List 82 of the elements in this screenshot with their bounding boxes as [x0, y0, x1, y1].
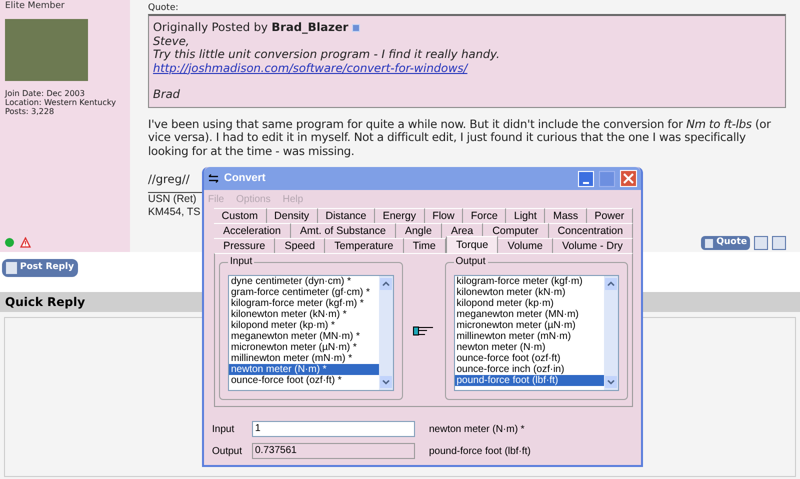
list-item[interactable]: micronewton meter (µN·m) * [229, 342, 378, 353]
pointing-hand-icon [412, 325, 434, 337]
tab[interactable]: Computer [483, 223, 549, 238]
quote-label: Quote: [148, 3, 180, 13]
tab[interactable]: Pressure [214, 238, 276, 253]
field-label: Input [212, 422, 236, 436]
signature-text: KM454, TS [148, 206, 200, 220]
unit-label: newton meter (N·m) * [429, 422, 525, 436]
user-info: Join Date: Dec 2003 [5, 89, 86, 98]
scroll-down-icon[interactable] [380, 376, 392, 388]
list-item[interactable]: kilonewton meter (kN·m) [454, 287, 604, 298]
list-item[interactable]: ounce-force foot (ozf·ft) * [229, 375, 378, 386]
arrows-icon [208, 174, 219, 183]
warning-icon[interactable] [20, 237, 31, 248]
quote-attribution: Originally Posted by Brad_Blazer [153, 21, 348, 34]
tab[interactable]: Amt. of Substance [290, 223, 396, 238]
list-item[interactable]: kilonewton meter (kN·m) * [229, 309, 378, 320]
tab[interactable]: Acceleration [214, 223, 291, 238]
list-item[interactable]: millinewton meter (mN·m) [454, 331, 604, 342]
tab[interactable]: Mass [545, 208, 587, 223]
close-button[interactable] [620, 170, 637, 187]
post-signoff: //greg// [148, 171, 190, 188]
quote-signoff: Brad [153, 88, 181, 102]
list-item[interactable]: ounce-force inch (ozf·in) [454, 364, 604, 375]
unit-list[interactable] [228, 275, 394, 391]
scroll-up-icon[interactable] [380, 278, 392, 290]
tab[interactable]: Temperature [325, 238, 404, 253]
tab[interactable]: Time [404, 238, 446, 253]
group-label: Input [228, 256, 254, 268]
tab[interactable]: Custom [214, 208, 267, 223]
list-item[interactable]: dyne centimeter (dyn·cm) * [229, 276, 378, 287]
tab[interactable]: Speed [275, 238, 326, 253]
field-label: Output [212, 444, 244, 458]
tab[interactable]: Volume - Dry [552, 238, 633, 253]
tab[interactable]: Power [586, 208, 633, 223]
list-item[interactable]: gram-force centimeter (gf·cm) * [229, 287, 378, 298]
tab[interactable]: Concentration [548, 223, 634, 238]
unit-label: pound-force foot (lbf·ft) [429, 444, 531, 458]
output-field[interactable]: 0.737561 [252, 443, 415, 459]
list-item[interactable]: kilogram-force meter (kgf·m) [454, 276, 604, 287]
signature-text: USN (Ret) [148, 193, 196, 206]
quote-link[interactable]: http://joshmadison.com/software/convert-for-windows/ [153, 62, 781, 75]
list-item[interactable]: pound-force foot (lbf·ft) [454, 375, 604, 386]
window-title: Convert [224, 171, 267, 186]
list-item[interactable]: micronewton meter (µN·m) [454, 320, 604, 331]
input-field[interactable]: 1 [252, 421, 415, 437]
post-text: I've been using that same program for quite a while now. But it didn't include the conversion for Nm to ft-lbs (or vice versa). I had to edit it in myself. Not a difficult edit, I just found it curious that the one I was specifically looking for at the time - was missing. [148, 118, 772, 158]
post-reply-button[interactable]: Post Reply [2, 259, 78, 277]
list-item[interactable]: kilopond meter (kp·m) [454, 298, 604, 309]
minimize-button[interactable] [578, 170, 594, 186]
scrollbar[interactable] [378, 276, 392, 390]
scrollbar[interactable] [604, 276, 618, 390]
tab[interactable]: Distance [318, 208, 376, 223]
unit-list[interactable] [454, 275, 619, 391]
list-item[interactable]: newton meter (N·m) [454, 342, 604, 353]
quote-text: Steve, [153, 34, 190, 48]
tab[interactable]: Density [266, 208, 318, 223]
list-item[interactable]: meganewton meter (MN·m) * [229, 331, 378, 342]
list-item[interactable]: newton meter (N·m) * [229, 364, 378, 375]
quick-reply-title: Quick Reply [5, 294, 86, 311]
close-icon [623, 173, 634, 184]
scroll-down-icon[interactable] [605, 376, 617, 388]
list-item[interactable]: millinewton meter (mN·m) * [229, 353, 378, 364]
tab[interactable]: Volume [498, 238, 553, 253]
tab[interactable]: Torque [446, 236, 498, 253]
list-item[interactable]: ounce-force foot (ozf·ft) [454, 353, 604, 364]
tab[interactable]: Energy [375, 208, 425, 223]
quote-button[interactable]: Quote [701, 236, 750, 250]
tab[interactable]: Flow [424, 208, 464, 223]
list-item[interactable]: meganewton meter (MN·m) [454, 309, 604, 320]
user-title: Elite Member [5, 1, 65, 11]
scroll-up-icon[interactable] [605, 278, 617, 290]
tab[interactable]: Force [463, 208, 506, 223]
quote-text: Try this little unit conversion program - I find it really handy. [153, 48, 501, 62]
list-item[interactable]: kilogram-force meter (kgf·m) * [229, 298, 378, 309]
user-info: Posts: 3,228 [5, 107, 56, 116]
list-item[interactable]: kilopond meter (kp·m) * [229, 320, 378, 331]
tab[interactable]: Light [506, 208, 546, 223]
user-info: Location: Western Kentucky [5, 98, 117, 107]
view-post-icon[interactable] [352, 24, 360, 32]
group-label: Output [454, 256, 488, 268]
tab[interactable]: Angle [396, 223, 442, 238]
